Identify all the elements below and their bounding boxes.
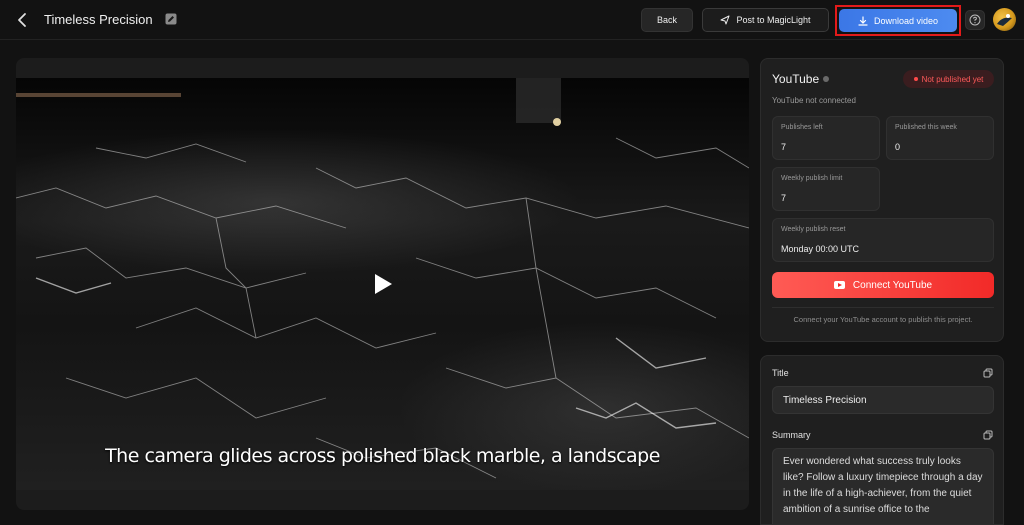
stat-publishes-left: Publishes left 7: [772, 116, 880, 160]
download-button-label: Download video: [873, 15, 939, 26]
play-icon[interactable]: [372, 272, 394, 296]
connection-status: YouTube not connected: [772, 96, 856, 105]
info-icon[interactable]: [823, 76, 829, 82]
top-bar: Timeless Precision Back Post to MagicLig…: [0, 0, 1024, 40]
stat-published-this-week: Published this week 0: [886, 116, 994, 160]
video-subtitle: The camera glides across polished black …: [105, 445, 660, 467]
download-video-button[interactable]: Download video: [839, 9, 957, 32]
copy-icon[interactable]: [983, 368, 993, 378]
stat-label: Published this week: [895, 124, 957, 131]
summary-label: Summary: [772, 430, 811, 440]
page-title: Timeless Precision: [44, 12, 153, 27]
status-dot-icon: [913, 77, 918, 81]
summary-textarea[interactable]: Ever wondered what success truly looks l…: [772, 448, 994, 524]
copy-icon[interactable]: [983, 430, 993, 440]
avatar[interactable]: [993, 8, 1016, 31]
back-button-label: Back: [656, 15, 677, 25]
title-input[interactable]: [772, 386, 994, 414]
stat-weekly-publish-limit: Weekly publish limit 7: [772, 167, 880, 211]
back-button[interactable]: Back: [641, 8, 693, 32]
video-frame[interactable]: The camera glides across polished black …: [16, 78, 749, 490]
youtube-icon: [833, 281, 845, 289]
post-to-magiclight-button[interactable]: Post to MagicLight: [702, 8, 829, 32]
stat-value: 7: [781, 193, 787, 203]
stat-label: Weekly publish reset: [781, 226, 846, 233]
stat-label: Publishes left: [781, 124, 823, 131]
title-label: Title: [772, 368, 789, 378]
video-player: The camera glides across polished black …: [16, 58, 749, 510]
stat-value: 0: [895, 142, 901, 152]
connect-youtube-button[interactable]: Connect YouTube: [772, 272, 994, 298]
help-icon: [969, 14, 981, 26]
avatar-image: [997, 14, 1012, 26]
stat-label: Weekly publish limit: [781, 175, 843, 182]
download-highlight: Download video: [835, 5, 961, 36]
stat-value: 7: [781, 142, 787, 152]
chevron-left-icon[interactable]: [14, 10, 32, 30]
youtube-title: YouTube: [772, 72, 820, 86]
connect-button-label: Connect YouTube: [852, 279, 933, 291]
status-badge: Not published yet: [903, 70, 994, 88]
stat-value: Monday 00:00 UTC: [781, 244, 860, 254]
youtube-panel: YouTube Not published yet YouTube not co…: [760, 58, 1004, 342]
stat-weekly-publish-reset: Weekly publish reset Monday 00:00 UTC: [772, 218, 994, 262]
divider: [772, 307, 994, 308]
connect-note: Connect your YouTube account to publish …: [793, 315, 973, 324]
status-badge-label: Not published yet: [921, 74, 984, 84]
help-button[interactable]: [965, 10, 985, 30]
download-icon: [858, 15, 868, 26]
send-icon: [720, 15, 730, 25]
post-button-label: Post to MagicLight: [736, 15, 811, 25]
details-panel: Title Summary Ever wondered what success…: [760, 355, 1004, 525]
edit-icon[interactable]: [165, 13, 177, 25]
